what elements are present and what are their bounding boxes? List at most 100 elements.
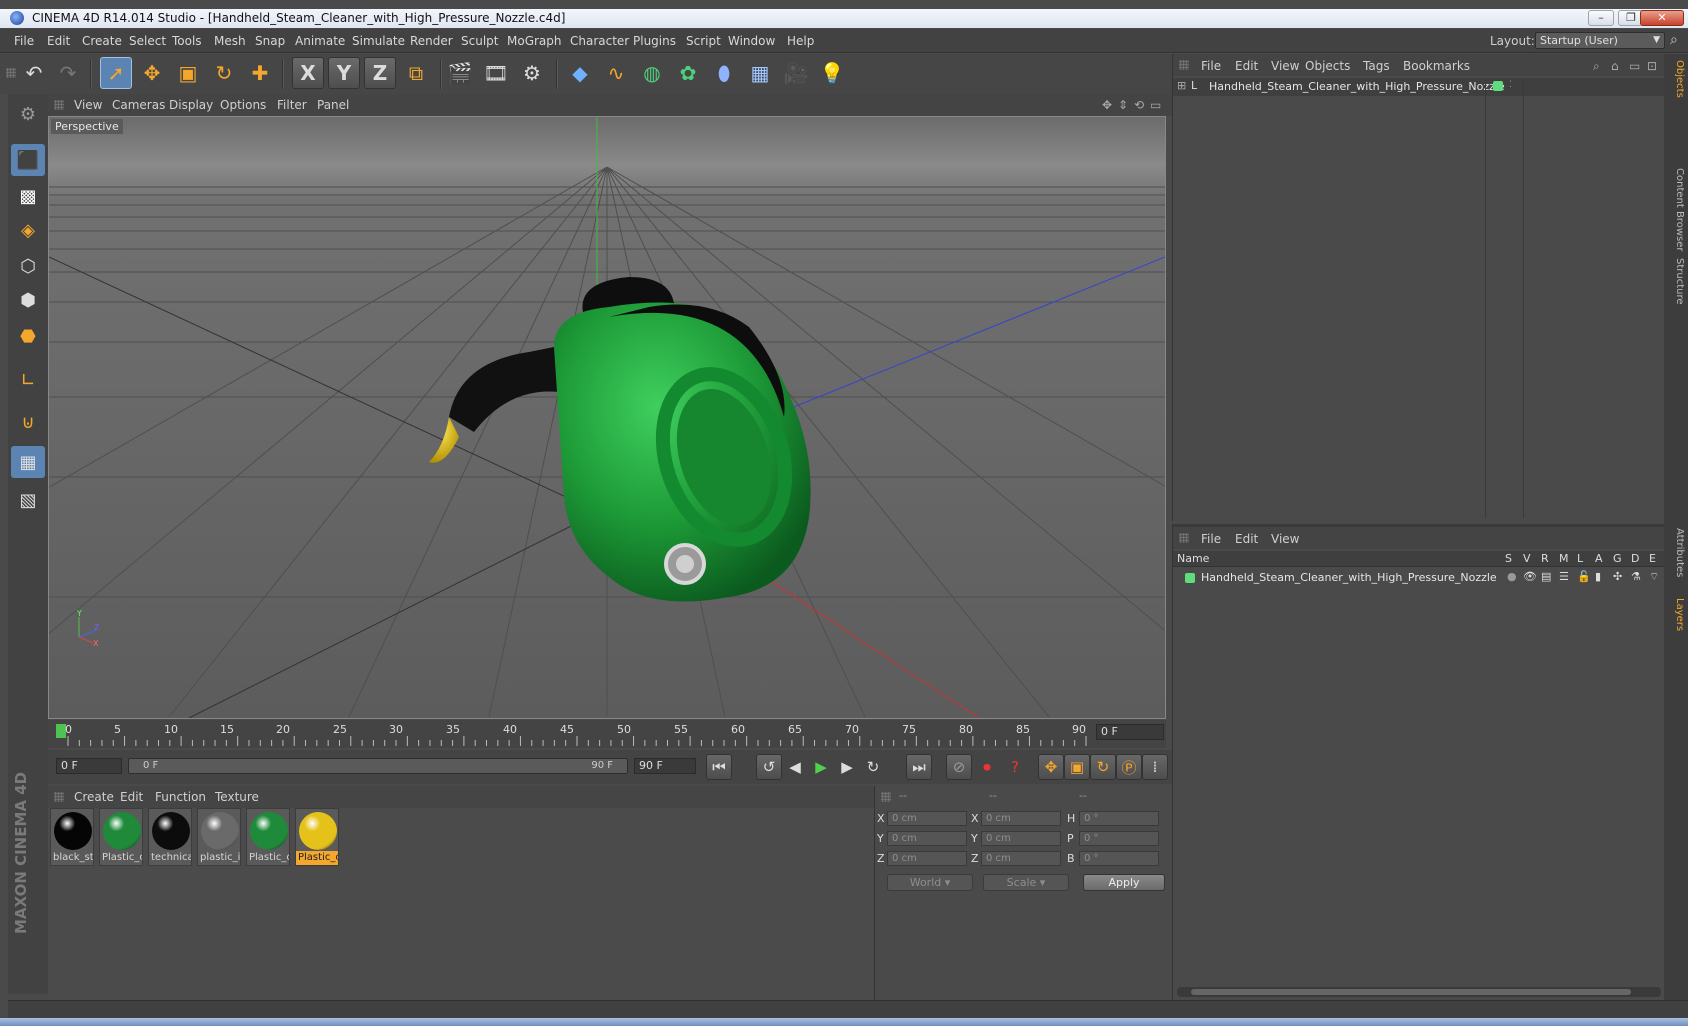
deformer-icon[interactable]: ⬮ [708, 57, 740, 89]
layer-horizontal-scrollbar[interactable] [1177, 987, 1661, 997]
pan-view-icon[interactable]: ✥ [1102, 98, 1112, 112]
menu-simulate[interactable]: Simulate [352, 34, 405, 48]
menu-create[interactable]: Create [82, 34, 122, 48]
key-position-icon[interactable]: ✥ [1038, 754, 1064, 780]
lock-toggle-icon[interactable]: 🔓 [1577, 570, 1591, 583]
om-menu-file[interactable]: File [1201, 59, 1221, 73]
rot-p-field[interactable]: 0 ° [1079, 831, 1159, 846]
pos-x-field[interactable]: 0 cm [887, 811, 967, 826]
menu-mograph[interactable]: MoGraph [507, 34, 562, 48]
material-swatch[interactable]: Plastic_c [99, 808, 143, 866]
previous-key-icon[interactable]: ↺ [756, 754, 782, 780]
make-editable-icon[interactable]: ⚙ [11, 98, 45, 130]
manager-toggle-icon[interactable]: ☰ [1559, 570, 1569, 583]
view-toggle-icon[interactable]: 👁 [1523, 570, 1537, 583]
edges-mode-icon[interactable]: ⬢ [11, 284, 45, 316]
workplane-icon[interactable]: ◈ [11, 214, 45, 246]
tab-objects[interactable]: Objects [1667, 56, 1685, 102]
material-menu-texture[interactable]: Texture [215, 790, 259, 804]
redo-icon[interactable]: ↷ [52, 57, 84, 89]
material-swatch[interactable]: black_st [50, 808, 94, 866]
pos-z-field[interactable]: 0 cm [887, 851, 967, 866]
next-key-icon[interactable]: ↻ [860, 754, 886, 780]
add-icon[interactable]: ✚ [244, 57, 276, 89]
layer-row[interactable]: Handheld_Steam_Cleaner_with_High_Pressur… [1173, 569, 1665, 587]
size-x-field[interactable]: 0 cm [981, 811, 1061, 826]
viewport-menu-filter[interactable]: Filter [277, 98, 307, 112]
current-frame-field[interactable]: 0 F [1096, 724, 1164, 740]
key-parameter-icon[interactable]: Ⓟ [1116, 754, 1142, 780]
deformer-toggle-icon[interactable]: ⚗ [1631, 570, 1641, 583]
key-pla-icon[interactable]: ⁞ [1142, 754, 1168, 780]
pos-y-field[interactable]: 0 cm [887, 831, 967, 846]
lm-menu-file[interactable]: File [1201, 532, 1221, 546]
perspective-viewport[interactable]: Perspective Y Z X [48, 116, 1166, 719]
steam-cleaner-model[interactable] [429, 277, 811, 602]
menu-tools[interactable]: Tools [172, 34, 202, 48]
edit-render-settings-icon[interactable]: ⚙ [516, 57, 548, 89]
texture-mode-icon[interactable]: ▩ [11, 180, 45, 212]
lm-menu-view[interactable]: View [1271, 532, 1299, 546]
om-menu-view[interactable]: View [1271, 59, 1299, 73]
key-scale-icon[interactable]: ▣ [1064, 754, 1090, 780]
points-mode-icon[interactable]: ⬡ [11, 250, 45, 282]
material-swatch[interactable]: technica [148, 808, 192, 866]
solo-mode-icon[interactable]: ▧ [11, 484, 45, 516]
menu-sculpt[interactable]: Sculpt [461, 34, 498, 48]
render-view-icon[interactable]: 🎬 [444, 57, 476, 89]
size-y-field[interactable]: 0 cm [981, 831, 1061, 846]
material-swatch-selected[interactable]: Plastic_c [295, 808, 339, 866]
lm-menu-edit[interactable]: Edit [1235, 532, 1258, 546]
menu-character[interactable]: Character [570, 34, 629, 48]
frame-range-slider[interactable]: 0 F 90 F [128, 758, 628, 774]
scale-icon[interactable]: ▣ [172, 57, 204, 89]
menu-snap[interactable]: Snap [255, 34, 285, 48]
nurbs-icon[interactable]: ◍ [636, 57, 668, 89]
rot-h-field[interactable]: 0 ° [1079, 811, 1159, 826]
generator-toggle-icon[interactable]: ✣ [1613, 570, 1622, 583]
timeline-ruler[interactable]: 0 5 10 15 20 25 30 35 40 45 50 55 60 65 … [48, 720, 1166, 748]
search-icon[interactable]: ⌕ [1670, 32, 1678, 48]
material-swatch[interactable]: Plastic_c [246, 808, 290, 866]
search-icon[interactable]: ⌕ [1593, 59, 1600, 74]
menu-mesh[interactable]: Mesh [214, 34, 246, 48]
coordinate-space-dropdown[interactable]: World ▾ [887, 874, 973, 891]
expand-icon[interactable]: ⊞ [1177, 79, 1186, 92]
apply-button[interactable]: Apply [1083, 874, 1165, 891]
x-axis-icon[interactable]: X [292, 57, 324, 89]
om-menu-bookmarks[interactable]: Bookmarks [1403, 59, 1470, 73]
go-to-end-icon[interactable]: ⏭ [906, 754, 932, 780]
material-menu-edit[interactable]: Edit [120, 790, 143, 804]
om-menu-tags[interactable]: Tags [1363, 59, 1390, 73]
tab-content-browser[interactable]: Content Browser [1667, 164, 1685, 255]
render-toggle-icon[interactable]: ▤ [1541, 570, 1551, 583]
solo-toggle-icon[interactable]: ● [1507, 570, 1517, 583]
z-axis-icon[interactable]: Z [364, 57, 396, 89]
start-frame-field[interactable]: 0 F [56, 758, 122, 774]
auto-key-icon[interactable]: ⏺ [974, 754, 1000, 780]
cube-icon[interactable]: ◆ [564, 57, 596, 89]
viewport-menu-display[interactable]: Display [169, 98, 213, 112]
material-swatch[interactable]: plastic_i [197, 808, 241, 866]
viewport-menu-view[interactable]: View [74, 98, 102, 112]
size-z-field[interactable]: 0 cm [981, 851, 1061, 866]
axis-mode-icon[interactable]: ∟ [11, 364, 45, 396]
camera-icon[interactable]: 🎥 [780, 57, 812, 89]
collapse-icon[interactable]: ▭ [1629, 59, 1640, 73]
spline-pen-icon[interactable]: ∿ [600, 57, 632, 89]
rotate-view-icon[interactable]: ⟲ [1134, 98, 1144, 112]
animation-toggle-icon[interactable]: ▮ [1595, 570, 1601, 583]
layer-color-swatch[interactable] [1185, 573, 1195, 583]
rot-b-field[interactable]: 0 ° [1079, 851, 1159, 866]
material-menu-create[interactable]: Create [74, 790, 114, 804]
minimize-button[interactable]: – [1588, 10, 1614, 26]
maximize-view-icon[interactable]: ▭ [1150, 98, 1161, 112]
object-name[interactable]: Handheld_Steam_Cleaner_with_High_Pressur… [1209, 80, 1505, 93]
array-icon[interactable]: ✿ [672, 57, 704, 89]
om-menu-objects[interactable]: Objects [1305, 59, 1350, 73]
select-icon[interactable]: ➚ [100, 57, 132, 89]
coordinate-system-icon[interactable]: ⧉ [400, 57, 432, 89]
menu-file[interactable]: File [14, 34, 34, 48]
menu-window[interactable]: Window [728, 34, 775, 48]
material-menu-function[interactable]: Function [155, 790, 206, 804]
